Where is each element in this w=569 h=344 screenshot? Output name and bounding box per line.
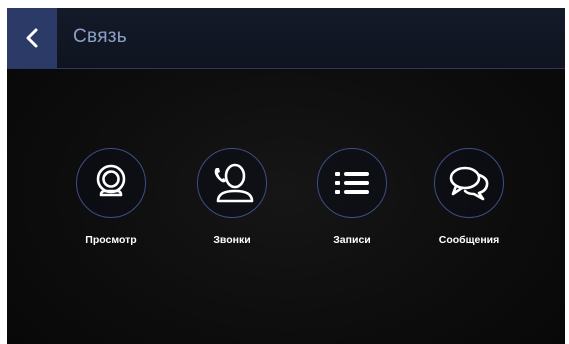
tile-calls-circle [197, 148, 267, 218]
tile-records-circle [317, 148, 387, 218]
header-bar: Связь [7, 8, 565, 69]
tile-calls[interactable]: Звонки [177, 148, 287, 258]
tile-records-label: Записи [333, 234, 371, 246]
chat-bubbles-icon [446, 162, 492, 204]
tile-messages[interactable]: Сообщения [414, 148, 524, 258]
tile-calls-label: Звонки [213, 234, 251, 246]
tile-messages-circle [434, 148, 504, 218]
tile-view-circle [76, 148, 146, 218]
chevron-left-icon [24, 27, 40, 49]
back-button[interactable] [7, 8, 57, 68]
tile-messages-label: Сообщения [438, 234, 500, 246]
webcam-icon [89, 161, 133, 205]
tile-view[interactable]: Просмотр [56, 148, 166, 258]
caller-icon [208, 159, 256, 207]
list-icon [332, 167, 372, 199]
page-title: Связь [73, 26, 128, 47]
menu-tiles: Просмотр Звонки Записи Сообщения [7, 148, 565, 268]
tile-records[interactable]: Записи [297, 148, 407, 258]
device-screen: Связь Просмотр Звонки Записи Сообщения [7, 8, 565, 344]
tile-view-label: Просмотр [85, 234, 137, 246]
